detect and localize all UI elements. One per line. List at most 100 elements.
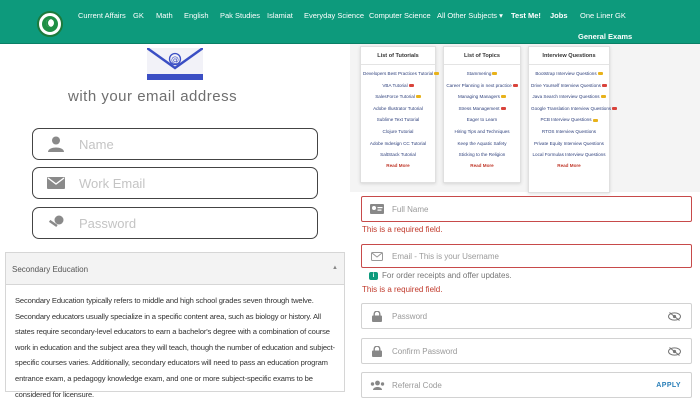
tutorial-link[interactable]: Java Search Interview Questions — [531, 91, 607, 103]
mail-icon — [33, 168, 79, 198]
tutorial-link[interactable]: Adobe Illustrator Tutorial — [363, 103, 433, 115]
accordion-title: Secondary Education — [12, 265, 89, 274]
tutorial-link[interactable]: Google Translation Interview Questions — [531, 103, 618, 115]
tutorial-link[interactable]: Clojure Tutorial — [363, 126, 433, 138]
referral-code-placeholder: Referral Code — [392, 380, 442, 390]
nav-test-me[interactable]: Test Me! — [511, 11, 541, 20]
nav-math[interactable]: Math — [156, 11, 173, 20]
tutorial-link-label: Private Equity Interview Questions — [534, 140, 604, 146]
tutorial-link[interactable]: Local Formulas Interview Questions — [531, 149, 607, 161]
interview-questions-title: Interview Questions — [529, 47, 609, 65]
tutorial-link-label: Local Formulas Interview Questions — [532, 152, 606, 158]
tutorial-link[interactable]: Adobe Indesign CC Tutorial — [363, 138, 433, 150]
nav-all-other-subjects[interactable]: All Other Subjects ▾ — [437, 11, 503, 20]
tutorial-link[interactable]: Sublime Text Tutorial — [363, 114, 433, 126]
tutorial-link[interactable]: VBA Tutorial — [363, 80, 433, 92]
new-badge-icon — [500, 95, 506, 99]
tutorial-link[interactable]: Bootstrap Interview Questions — [531, 68, 607, 80]
read-more-link[interactable]: Read More — [363, 161, 433, 171]
tutorial-link[interactable]: Managing Managers — [446, 91, 518, 103]
full-name-field[interactable]: Full Name — [361, 196, 692, 222]
new-badge-icon — [597, 72, 603, 76]
referral-code-field[interactable]: Referral Code APPLY — [361, 372, 692, 398]
new-badge-icon — [492, 72, 498, 76]
accordion-header[interactable]: Secondary Education ▲ — [6, 253, 344, 285]
nav-jobs[interactable]: Jobs — [550, 11, 568, 20]
required-error-1: This is a required field. — [362, 225, 443, 234]
confirm-password-input[interactable]: Confirm Password — [361, 338, 692, 364]
tutorial-link[interactable]: Private Equity Interview Questions — [531, 138, 607, 150]
tutorial-link-label: SaltStack Tutorial — [380, 152, 416, 158]
info-icon: i — [369, 272, 378, 280]
secondary-education-accordion: Secondary Education ▲ Secondary Educatio… — [5, 252, 345, 399]
confirm-password-placeholder: Confirm Password — [392, 346, 458, 356]
required-error-2: This is a required field. — [362, 285, 443, 294]
tutorials-box: List of Tutorials Developers Best Practi… — [360, 46, 440, 183]
nav-gk[interactable]: GK — [133, 11, 144, 20]
tutorial-link[interactable]: PCB Interview Questions — [531, 114, 607, 126]
tutorial-link-label: Career Planning in next practice — [446, 82, 512, 88]
tutorial-link-label: Clojure Tutorial — [382, 128, 414, 134]
password-input[interactable]: Password — [361, 303, 692, 329]
tutorial-link-label: Adobe Indesign CC Tutorial — [369, 140, 427, 146]
envelope-outline-icon — [366, 251, 388, 261]
tutorial-link-label: Stress Management — [458, 105, 500, 111]
new-badge-icon — [612, 107, 618, 111]
nav-current-affairs[interactable]: Current Affairs — [78, 11, 126, 20]
tutorial-link-label: Hiring Tips and Techniques — [454, 128, 510, 134]
nav-general-exams[interactable]: General Exams — [578, 32, 632, 41]
eye-slash-icon[interactable] — [668, 311, 681, 321]
key-icon — [33, 208, 79, 238]
password-placeholder: Password — [79, 215, 137, 231]
new-badge-icon — [415, 95, 421, 99]
tutorial-link[interactable]: Drive Yourself Interview Questions — [531, 80, 607, 92]
tutorial-link[interactable]: SalesForce Tutorial — [363, 91, 433, 103]
tutorial-link-label: Stammering — [466, 71, 492, 76]
tutorial-link[interactable]: SaltStack Tutorial — [363, 149, 433, 161]
new-badge-icon — [500, 107, 506, 111]
logo-emblem — [42, 16, 58, 32]
user-icon — [33, 129, 79, 159]
id-card-icon — [366, 204, 388, 214]
users-icon — [366, 380, 388, 390]
read-more-link[interactable]: Read More — [446, 161, 518, 171]
password-field[interactable]: Password — [32, 207, 318, 239]
tutorial-link[interactable]: Stammering — [446, 68, 518, 80]
collapse-arrow-icon[interactable]: ▲ — [332, 265, 338, 271]
nav-computer-science[interactable]: Computer Science — [369, 11, 431, 20]
new-badge-icon — [434, 72, 440, 76]
name-field[interactable]: Name — [32, 128, 318, 160]
tutorial-link[interactable]: Eager to Learn — [446, 114, 518, 126]
nav-islamiat[interactable]: Islamiat — [267, 11, 293, 20]
tutorial-link[interactable]: Hiring Tips and Techniques — [446, 126, 518, 138]
topics-title: List of Topics — [444, 47, 520, 65]
topics-box: List of Topics Stammering Career Planning… — [443, 46, 521, 183]
apply-button[interactable]: APPLY — [656, 382, 681, 389]
tutorial-link[interactable]: Sticking to the Religion — [446, 149, 518, 161]
new-badge-icon — [408, 83, 414, 87]
tutorial-link[interactable]: Developers Best Practices Tutorial — [363, 68, 440, 80]
tutorial-link[interactable]: RTOS Interview Questions — [531, 126, 607, 138]
new-badge-icon — [592, 118, 598, 122]
tutorial-link-label: Google Translation Interview Questions — [531, 105, 612, 111]
new-badge-icon — [600, 95, 606, 99]
tutorial-link-label: Bootstrap Interview Questions — [535, 71, 597, 76]
tutorial-link-label: SalesForce Tutorial — [375, 94, 415, 100]
nav-one-liner-gk[interactable]: One Liner GK — [580, 11, 626, 20]
tutorial-link[interactable]: Career Planning in next practice — [446, 80, 518, 92]
eye-slash-icon[interactable] — [668, 346, 681, 356]
tutorial-link-label: Sublime Text Tutorial — [376, 117, 420, 123]
tutorial-link[interactable]: Keep the Aquatic Safety — [446, 138, 518, 150]
read-more-link[interactable]: Read More — [531, 161, 607, 171]
email-info-text: For order receipts and offer updates. — [382, 271, 512, 280]
tutorials-title: List of Tutorials — [361, 47, 435, 65]
email-field[interactable]: Email - This is your Username — [361, 244, 692, 268]
site-logo[interactable] — [37, 11, 63, 37]
work-email-field[interactable]: Work Email — [32, 167, 318, 199]
tutorial-link-label: RTOS Interview Questions — [541, 128, 597, 134]
tutorial-link[interactable]: Stress Management — [446, 103, 518, 115]
nav-pak-studies[interactable]: Pak Studies — [220, 11, 260, 20]
nav-english[interactable]: English — [184, 11, 209, 20]
name-placeholder: Name — [79, 136, 114, 152]
nav-everyday-science[interactable]: Everyday Science — [304, 11, 364, 20]
